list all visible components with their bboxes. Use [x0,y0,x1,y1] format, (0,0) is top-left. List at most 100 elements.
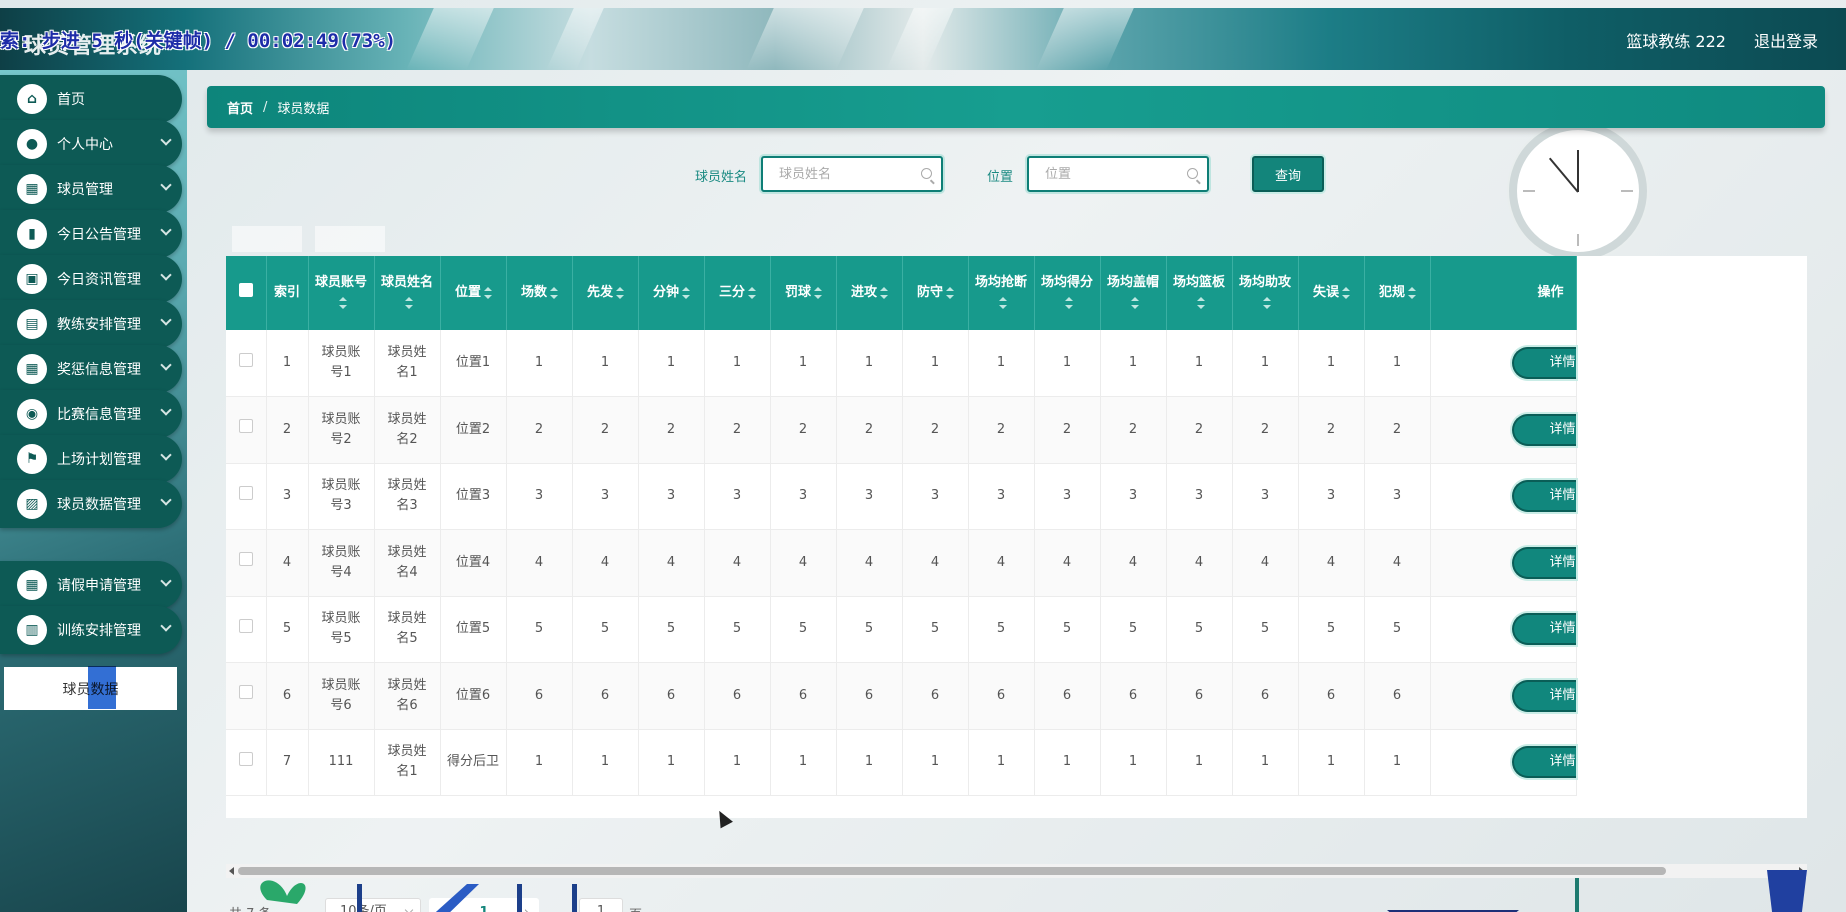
table-cell: 2 [638,396,705,464]
table-cell: 5 [836,596,903,663]
row-checkbox[interactable] [226,662,267,730]
sidebar-item-3[interactable]: ▮ 今日公告管理 [0,210,182,258]
column-header[interactable]: 场均篮板 [1166,256,1233,330]
position-field [1027,156,1209,192]
sort-icon[interactable] [1263,296,1271,309]
main-content: 首页 / 球员数据 球员姓名 位置 查询 索引球员账号球员姓名位置场数先发分钟三… [187,70,1846,912]
player-name-input[interactable] [763,158,941,190]
sort-icon[interactable] [748,286,756,299]
sort-icon[interactable] [1065,296,1073,309]
column-header[interactable]: 犯规 [1364,256,1431,330]
chevron-down-icon[interactable] [160,269,172,281]
sort-icon[interactable] [1131,296,1139,309]
column-header[interactable]: 三分 [704,256,771,330]
table-cell: 3 [506,463,573,530]
table-cell: 4 [770,529,837,597]
table-cell: 5 [1364,596,1431,663]
table-cell: 4 [1364,529,1431,597]
row-checkbox[interactable] [226,596,267,663]
table-cell: 球员姓名2 [374,396,441,464]
sidebar-item-6[interactable]: ▦ 奖惩信息管理 [0,345,182,393]
row-checkbox[interactable] [226,463,267,530]
table-row: 6 球员账号6 球员姓名6 位置6 6 6 6 6 6 6 6 6 6 6 6 6 6 6 详情 [226,662,1577,730]
sort-icon[interactable] [405,296,413,309]
chevron-down-icon[interactable] [160,179,172,191]
column-header[interactable]: 场数 [506,256,573,330]
column-header[interactable]: 罚球 [770,256,837,330]
table-cell: 1 [770,729,837,796]
sidebar-item-1[interactable]: ● 个人中心 [0,120,182,168]
sidebar-item-10[interactable]: ▦ 请假申请管理 [0,561,182,609]
logout-link[interactable]: 退出登录 [1754,28,1818,52]
sidebar-item-5[interactable]: ▤ 教练安排管理 [0,300,182,348]
column-header[interactable]: 球员账号 [308,256,375,330]
breadcrumb-home[interactable]: 首页 [227,98,253,117]
query-button[interactable]: 查询 [1252,156,1324,192]
table-cell: 3 [1364,463,1431,530]
chevron-down-icon[interactable] [160,494,172,506]
chevron-down-icon[interactable] [160,404,172,416]
sort-icon[interactable] [880,286,888,299]
detail-button[interactable]: 详情 [1511,480,1576,513]
sidebar-item-4[interactable]: ▣ 今日资讯管理 [0,255,182,303]
sort-icon[interactable] [946,286,954,299]
column-header[interactable]: 进攻 [836,256,903,330]
sort-icon[interactable] [1197,296,1205,309]
sidebar-item-7[interactable]: ◉ 比赛信息管理 [0,390,182,438]
table-cell: 球员姓名5 [374,596,441,663]
detail-button[interactable]: 详情 [1511,413,1576,446]
row-checkbox[interactable] [226,729,267,796]
sort-icon[interactable] [1342,286,1350,299]
column-header[interactable]: 先发 [572,256,639,330]
column-header[interactable]: 分钟 [638,256,705,330]
row-checkbox[interactable] [226,330,267,397]
detail-button[interactable]: 详情 [1511,613,1576,646]
column-header[interactable]: 场均抢断 [968,256,1035,330]
breadcrumb-current: 球员数据 [277,101,330,117]
chevron-down-icon[interactable] [160,224,172,236]
position-input[interactable] [1029,158,1207,190]
sort-icon[interactable] [550,286,558,299]
table-cell: 5 [704,596,771,663]
table-cell: 1 [1232,330,1299,397]
detail-button[interactable]: 详情 [1511,679,1576,712]
column-header[interactable]: 场均助攻 [1232,256,1299,330]
column-header[interactable]: 失误 [1298,256,1365,330]
chevron-down-icon[interactable] [160,359,172,371]
sidebar-item-9[interactable]: ▨ 球员数据管理 [0,480,182,528]
detail-button[interactable]: 详情 [1511,347,1576,379]
sort-icon[interactable] [1408,286,1416,299]
chevron-down-icon[interactable] [160,134,172,146]
sort-icon[interactable] [999,296,1007,309]
chevron-down-icon[interactable] [160,620,172,632]
table-cell: 3 [266,463,309,530]
sort-icon[interactable] [682,286,690,299]
detail-button[interactable]: 详情 [1511,746,1576,779]
table-cell: 4 [638,529,705,597]
column-header[interactable]: 场均得分 [1034,256,1101,330]
sort-icon[interactable] [814,286,822,299]
column-header[interactable]: 防守 [902,256,969,330]
sidebar-item-11[interactable]: ▥ 训练安排管理 [0,606,182,654]
select-all-checkbox[interactable] [226,256,267,330]
sidebar-item-2[interactable]: ▦ 球员管理 [0,165,182,213]
detail-button[interactable]: 详情 [1511,546,1576,579]
sidebar-item-8[interactable]: ⚑ 上场计划管理 [0,435,182,483]
sort-icon[interactable] [339,296,347,309]
column-header[interactable]: 球员姓名 [374,256,441,330]
current-user: 篮球教练 222 [1626,32,1726,51]
user-icon: ● [17,129,47,159]
table-cell: 3 [1298,463,1365,530]
sort-icon[interactable] [484,286,492,299]
sidebar-subitem-player-data[interactable]: 球员数据 [4,665,177,710]
sidebar-item-0[interactable]: ⌂ 首页 [0,75,182,123]
chevron-down-icon[interactable] [160,575,172,587]
column-header[interactable]: 位置 [440,256,507,330]
chevron-down-icon[interactable] [160,314,172,326]
row-checkbox[interactable] [226,396,267,464]
table-cell: 1 [1298,330,1365,397]
sort-icon[interactable] [616,286,624,299]
column-header[interactable]: 场均盖帽 [1100,256,1167,330]
chevron-down-icon[interactable] [160,449,172,461]
row-checkbox[interactable] [226,529,267,597]
